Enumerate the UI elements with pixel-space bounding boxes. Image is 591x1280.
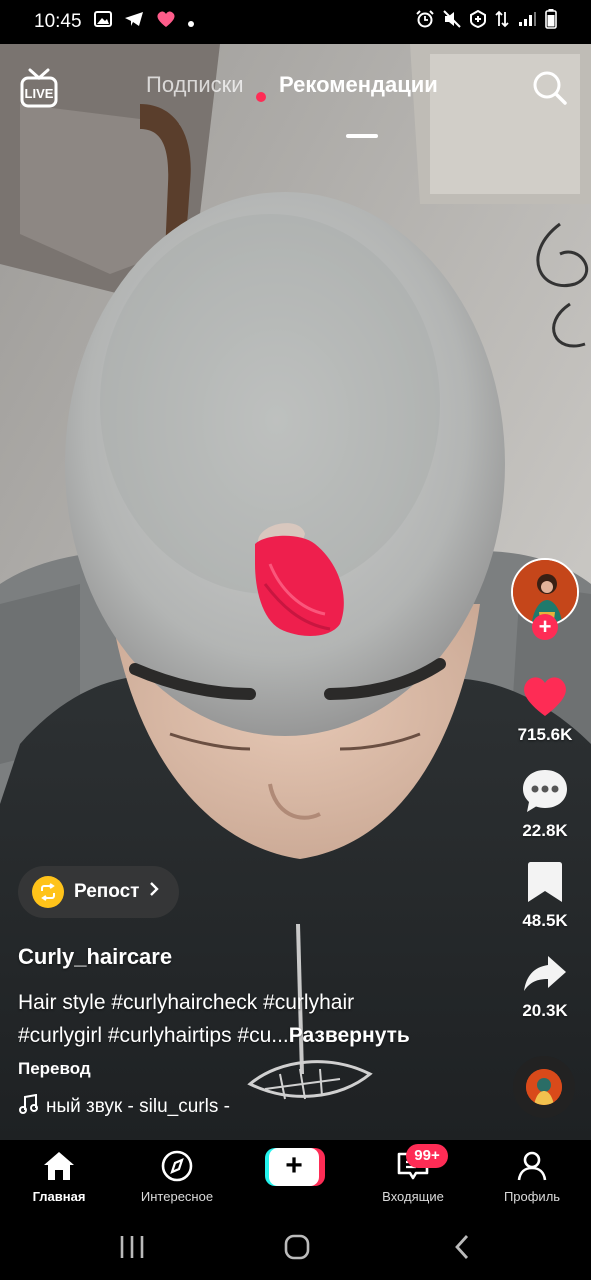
heart-like-icon xyxy=(524,677,566,716)
battery-saver-icon xyxy=(470,9,486,34)
live-label: LIVE xyxy=(25,86,54,101)
tab-following[interactable]: Подписки xyxy=(146,72,244,98)
follow-button[interactable]: + xyxy=(532,614,558,640)
alarm-icon xyxy=(416,10,434,34)
video-caption[interactable]: Hair style #curlyhaircheck #curlyhair #c… xyxy=(18,986,488,1052)
search-button[interactable] xyxy=(532,70,568,106)
tab-for-you[interactable]: Рекомендации xyxy=(279,72,438,98)
dot-icon xyxy=(187,11,194,33)
status-left: 10:45 xyxy=(34,10,194,34)
home-nav-icon xyxy=(284,1234,310,1260)
tab-profile[interactable]: Профиль xyxy=(477,1150,587,1204)
bottom-tab-bar: Главная Интересное + 99+ Входящие Профил… xyxy=(0,1140,591,1212)
comment-icon xyxy=(523,770,567,812)
telegram-icon xyxy=(124,11,144,33)
caption-line-1: Hair style #curlyhaircheck #curlyhair xyxy=(18,991,355,1014)
tab-inbox[interactable]: 99+ Входящие xyxy=(358,1144,468,1204)
create-button[interactable]: + xyxy=(265,1148,325,1186)
creator-username[interactable]: Curly_haircare xyxy=(18,944,172,970)
new-content-dot xyxy=(256,92,266,102)
music-cover-art xyxy=(526,1069,562,1105)
live-icon: LIVE xyxy=(20,68,58,108)
system-nav-bar xyxy=(0,1212,591,1280)
bookmark-icon xyxy=(528,862,562,902)
home-nav-button[interactable] xyxy=(283,1233,311,1266)
back-button[interactable] xyxy=(452,1233,472,1266)
caption-line-2: #curlygirl #curlyhairtips #cu... xyxy=(18,1024,289,1047)
back-arrow-icon xyxy=(455,1235,469,1259)
plus-icon: + xyxy=(269,1148,319,1186)
music-note-icon xyxy=(18,1093,38,1120)
data-arrows-icon xyxy=(495,10,509,34)
chevron-right-icon xyxy=(149,881,160,903)
comment-action[interactable]: 22.8K xyxy=(503,768,587,841)
tab-discover[interactable]: Интересное xyxy=(122,1150,232,1204)
home-icon xyxy=(44,1152,74,1180)
active-tab-indicator xyxy=(346,134,378,138)
sound-title: ный звук - silu_curls - xyxy=(46,1096,230,1117)
repost-icon xyxy=(32,876,64,908)
battery-icon xyxy=(545,9,557,35)
like-count: 715.6K xyxy=(517,725,573,744)
expand-caption-button[interactable]: Развернуть xyxy=(289,1024,410,1047)
recent-apps-icon xyxy=(120,1236,144,1258)
share-action[interactable]: 20.3K xyxy=(503,954,587,1021)
save-action[interactable]: 48.5K xyxy=(503,860,587,931)
repost-button[interactable]: Репост xyxy=(18,866,180,918)
heart-icon xyxy=(156,10,176,34)
sound-row[interactable]: ный звук - silu_curls - xyxy=(18,1093,230,1120)
tab-inbox-label: Входящие xyxy=(382,1189,444,1204)
gallery-icon xyxy=(93,11,112,33)
tab-home[interactable]: Главная xyxy=(4,1150,114,1204)
translate-button[interactable]: Перевод xyxy=(18,1059,91,1079)
repost-label: Репост xyxy=(74,881,140,902)
live-button[interactable]: LIVE xyxy=(20,68,58,108)
tab-discover-label: Интересное xyxy=(140,1189,214,1204)
status-time: 10:45 xyxy=(34,11,82,32)
top-bar: LIVE Подписки Рекомендации xyxy=(0,50,591,138)
mute-icon xyxy=(443,10,461,34)
search-icon xyxy=(533,71,567,105)
profile-icon xyxy=(517,1151,547,1181)
tab-profile-label: Профиль xyxy=(503,1189,561,1204)
music-disc[interactable] xyxy=(513,1056,575,1118)
tab-home-label: Главная xyxy=(32,1189,86,1204)
share-arrow-icon xyxy=(524,956,566,991)
status-right xyxy=(416,9,557,35)
inbox-badge: 99+ xyxy=(406,1144,448,1168)
status-bar: 10:45 xyxy=(0,0,591,44)
recent-apps-button[interactable] xyxy=(118,1234,146,1265)
signal-icon xyxy=(518,11,536,33)
music-disc-cover xyxy=(526,1069,562,1105)
comment-count: 22.8K xyxy=(522,821,568,840)
share-count: 20.3K xyxy=(522,1001,568,1020)
compass-icon xyxy=(161,1150,193,1182)
save-count: 48.5K xyxy=(522,911,568,930)
like-action[interactable]: 715.6K xyxy=(503,674,587,745)
